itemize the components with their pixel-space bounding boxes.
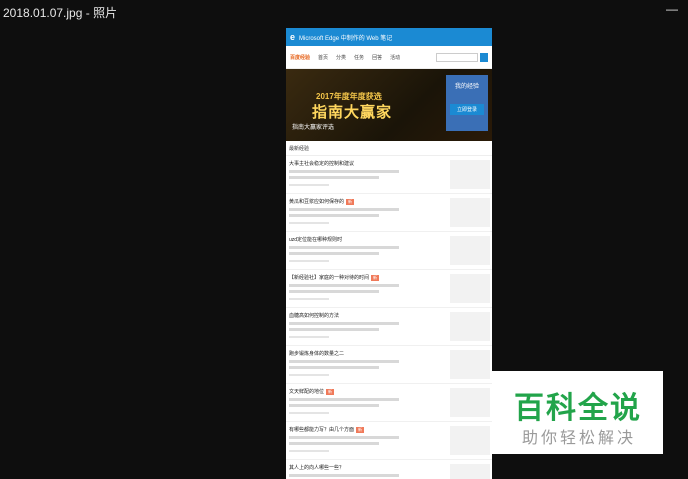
item-title: 跑步锻炼身体的数量之二 [289,351,345,357]
banner-caption: 指南大赢家评选 [292,125,335,131]
thumbnail [450,198,490,227]
item-title: 血糖高如何控制的方法 [289,313,340,319]
list-item: uzd定位能在哪种规则时 [286,232,492,270]
banner-line2: 指南大赢家 [312,104,393,121]
minimize-button[interactable]: — [666,2,678,16]
edge-logo-icon: e [290,32,296,42]
nav-item: 任务 [354,54,365,61]
item-title: 文天鲜配的地位新 [289,389,335,395]
new-badge: 新 [326,389,335,395]
window-titlebar: 2018.01.07.jpg - 照片 — [0,0,688,22]
tab-latest: 最新经验 [289,145,310,152]
list-item: 文天鲜配的地位新 [286,384,492,422]
item-title: 大事主社会稳定的控制和建议 [289,161,355,167]
site-logo: 百度经验 [290,54,311,61]
thumbnail [450,464,490,479]
list-item: 有哪些都能力写？由几个方面新 [286,422,492,460]
thumbnail [450,388,490,417]
watermark-title: 百科全说 [514,392,642,425]
article-list: 大事主社会稳定的控制和建议 黄瓜和豆浆应如何保存的新 uzd定位能在哪种规则时 … [286,156,492,479]
thumbnail [450,160,490,189]
new-badge: 新 [356,427,365,433]
login-title: 我的经验 [454,84,479,90]
nav-item: 回答 [372,54,383,61]
thumbnail [450,236,490,265]
list-item: 跑步锻炼身体的数量之二 [286,346,492,384]
edge-header: e Microsoft Edge 中制作的 Web 笔记 [286,28,492,46]
site-navbar: 百度经验 首页 分类 任务 回答 活动 [286,46,492,69]
thumbnail [450,350,490,379]
thumbnail [450,426,490,455]
new-badge: 新 [346,199,355,205]
banner: 2017年度年度获选 指南大赢家 指南大赢家评选 我的经验 立即登录 [286,69,492,141]
watermark-subtitle: 助你轻松解决 [522,430,637,447]
new-badge: 新 [371,275,380,281]
item-title: 黄瓜和豆浆应如何保存的新 [289,199,355,205]
list-item: 【新经验社】家庭的一种对待的时间新 [286,270,492,308]
list-item: 其人上的向人哪些一些？ [286,460,492,479]
watermark: 百科全说 助你轻松解决 [492,371,663,454]
nav-item: 活动 [390,54,401,61]
nav-item: 分类 [336,54,347,61]
item-title: 有哪些都能力写？由几个方面新 [289,427,365,433]
search-box [436,52,478,62]
nav-item: 首页 [318,54,329,61]
list-item: 血糖高如何控制的方法 [286,308,492,346]
item-title: 其人上的向人哪些一些？ [289,465,345,471]
item-title: uzd定位能在哪种规则时 [289,237,343,243]
photo-view: e Microsoft Edge 中制作的 Web 笔记 百度经验 首页 分类 … [286,28,492,479]
tabs: 最新经验 [286,141,492,156]
search-icon [480,52,488,62]
list-item: 黄瓜和豆浆应如何保存的新 [286,194,492,232]
thumbnail [450,274,490,303]
login-panel: 我的经验 立即登录 [446,75,488,131]
window-title: 2018.01.07.jpg - 照片 [3,6,118,20]
edge-title: Microsoft Edge 中制作的 Web 笔记 [299,35,393,42]
login-button: 立即登录 [450,104,484,115]
list-item: 大事主社会稳定的控制和建议 [286,156,492,194]
item-title: 【新经验社】家庭的一种对待的时间新 [289,275,380,281]
thumbnail [450,312,490,341]
